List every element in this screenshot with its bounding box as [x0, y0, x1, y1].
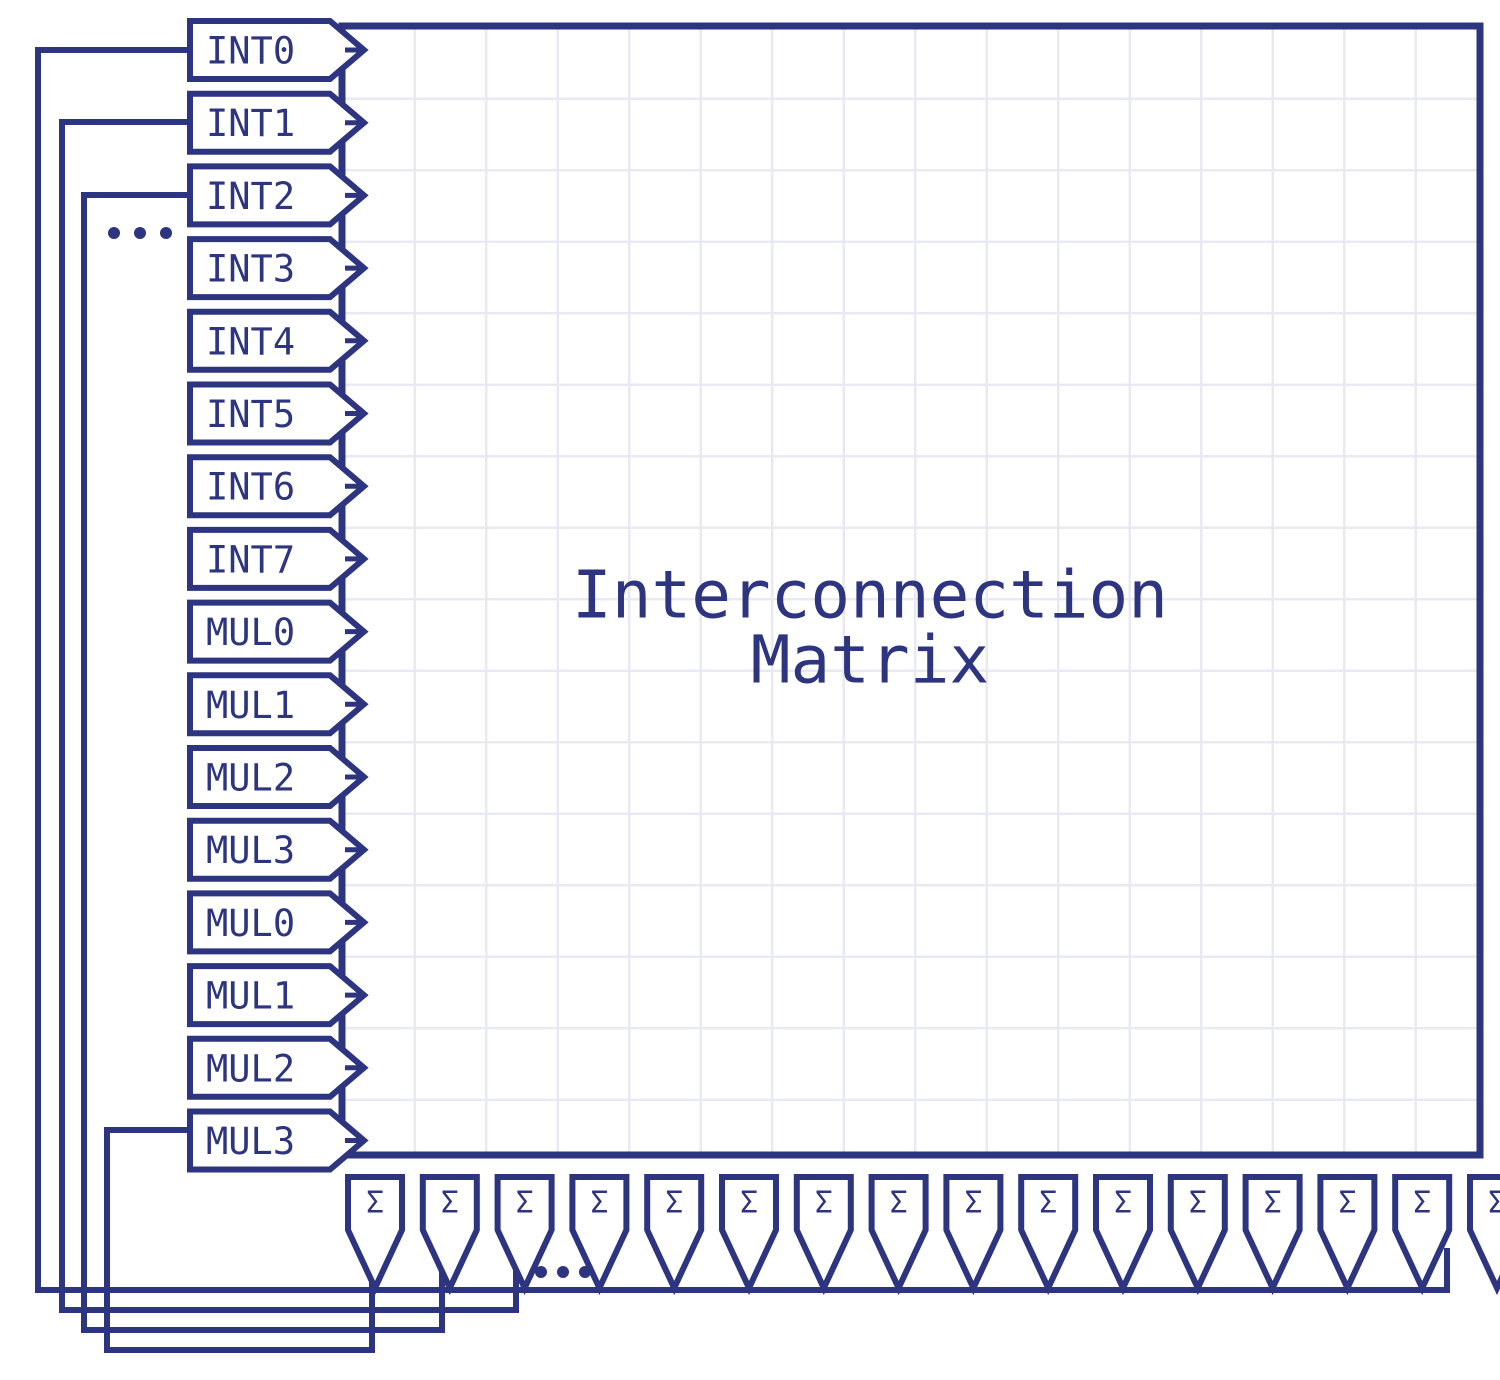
- input-port-label: INT5: [206, 393, 295, 436]
- input-port-label: MUL1: [206, 975, 295, 1018]
- input-port[interactable]: INT0: [187, 18, 369, 82]
- input-port[interactable]: INT4: [187, 308, 369, 373]
- output-port[interactable]: Σ: [644, 1174, 705, 1296]
- output-port-label: Σ: [516, 1186, 534, 1221]
- input-port[interactable]: MUL2: [187, 1035, 369, 1100]
- ellipsis-left: [108, 227, 172, 239]
- output-port[interactable]: Σ: [1467, 1174, 1500, 1296]
- output-port-label: Σ: [366, 1186, 384, 1221]
- diagram-canvas: Interconnection Matrix INT0 INT1 INT2 INT3 I…: [0, 0, 1500, 1380]
- input-port-label: MUL1: [206, 684, 295, 727]
- input-port-label: MUL0: [206, 902, 295, 945]
- input-port-label: INT1: [206, 102, 295, 145]
- input-port-label: INT2: [206, 175, 295, 218]
- output-port-label: Σ: [590, 1186, 608, 1221]
- output-port-label: Σ: [1488, 1186, 1500, 1221]
- input-port[interactable]: MUL2: [187, 745, 369, 809]
- input-port-label: MUL2: [206, 1047, 295, 1090]
- input-port-label: INT3: [206, 248, 295, 291]
- input-port[interactable]: INT5: [187, 381, 369, 446]
- input-port[interactable]: INT6: [187, 454, 369, 519]
- output-port-label: Σ: [441, 1186, 459, 1221]
- output-port[interactable]: Σ: [793, 1174, 854, 1296]
- output-port-label: Σ: [1338, 1186, 1356, 1221]
- input-port[interactable]: MUL3: [187, 817, 369, 882]
- output-port[interactable]: Σ: [1317, 1174, 1378, 1296]
- output-port-label: Σ: [1039, 1186, 1057, 1221]
- output-port[interactable]: Σ: [868, 1174, 929, 1296]
- input-port[interactable]: MUL0: [187, 599, 369, 664]
- output-port[interactable]: Σ: [943, 1174, 1004, 1296]
- output-port[interactable]: Σ: [1242, 1174, 1303, 1296]
- input-port-label: INT7: [206, 538, 295, 581]
- input-port-label: INT6: [206, 466, 295, 509]
- matrix-title-line2: Matrix: [751, 622, 989, 699]
- output-port[interactable]: Σ: [1018, 1174, 1079, 1296]
- input-port-label: MUL3: [206, 1120, 295, 1163]
- input-port[interactable]: MUL0: [187, 890, 369, 955]
- interconnection-matrix-diagram: Interconnection Matrix INT0INT1INT2INT3I…: [35, 18, 1500, 1353]
- output-port[interactable]: Σ: [419, 1174, 480, 1296]
- input-port[interactable]: MUL3: [187, 1108, 369, 1173]
- output-port-label: Σ: [890, 1186, 908, 1221]
- output-port-label: Σ: [1264, 1186, 1282, 1221]
- output-port-label: Σ: [964, 1186, 982, 1221]
- output-port-label: Σ: [1189, 1186, 1207, 1221]
- output-port[interactable]: Σ: [345, 1174, 405, 1296]
- input-ports-group: INT0 INT1 INT2 INT3 INT4 INT5 INT6 INT7 MUL0 MUL1…: [187, 18, 369, 1173]
- input-port[interactable]: MUL1: [187, 963, 369, 1028]
- input-port[interactable]: INT2: [187, 163, 369, 228]
- output-port[interactable]: Σ: [1392, 1174, 1453, 1296]
- input-port-label: MUL0: [206, 611, 295, 654]
- input-port[interactable]: INT1: [187, 90, 369, 155]
- output-port-label: Σ: [1413, 1186, 1431, 1221]
- input-port-label: MUL2: [206, 757, 295, 800]
- output-port[interactable]: Σ: [719, 1174, 779, 1296]
- input-port-label: INT4: [206, 320, 295, 363]
- output-port-label: Σ: [815, 1186, 833, 1221]
- input-port-label: MUL3: [206, 829, 295, 872]
- input-port[interactable]: MUL1: [187, 672, 369, 737]
- output-port-label: Σ: [740, 1186, 758, 1221]
- input-port[interactable]: INT3: [187, 236, 369, 301]
- output-port[interactable]: Σ: [1093, 1174, 1153, 1296]
- output-ports-group: ΣΣΣΣΣΣΣΣΣΣΣΣΣΣΣΣ: [345, 1174, 1500, 1296]
- input-port[interactable]: INT7: [187, 526, 369, 591]
- output-port-label: Σ: [1114, 1186, 1132, 1221]
- output-port-label: Σ: [665, 1186, 683, 1221]
- output-port[interactable]: Σ: [1167, 1174, 1228, 1296]
- ellipsis-bottom: [535, 1266, 591, 1278]
- input-port-label: INT0: [206, 30, 295, 73]
